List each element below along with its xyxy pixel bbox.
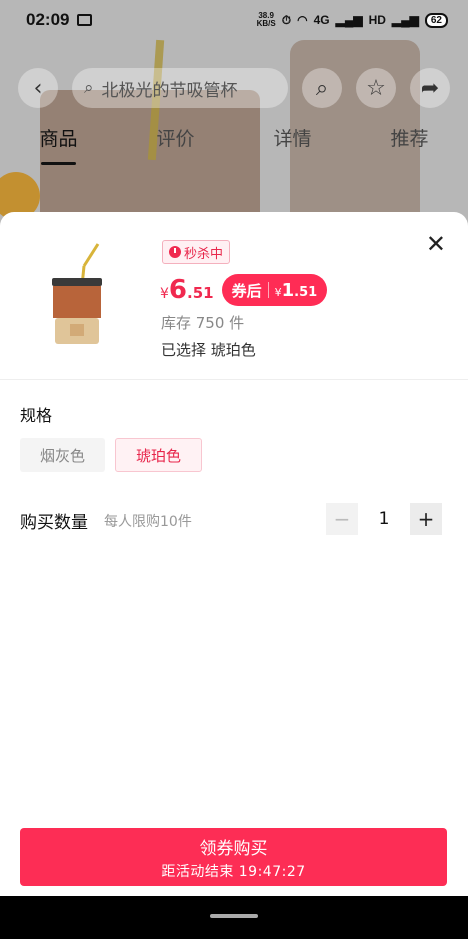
favorite-button[interactable]: ☆	[356, 68, 396, 108]
status-bar: 02:09 38.9 KB/S ⏱ ◠ 4G ▂▄▆ HD ▂▄▆ 62	[0, 0, 468, 40]
coupon-divider	[267, 282, 269, 298]
back-button[interactable]: ‹	[18, 68, 58, 108]
option-smoke-gray[interactable]: 烟灰色	[20, 438, 106, 472]
network-type: 4G	[313, 13, 330, 27]
price-integer: 6	[168, 275, 188, 305]
timer-icon	[169, 246, 181, 258]
search-icon: ⌕	[315, 75, 329, 101]
product-tabs: 商品 评价 详情 推荐	[0, 124, 468, 165]
spec-options: 烟灰色 琥珀色	[20, 438, 203, 472]
product-thumbnail	[52, 243, 102, 344]
alarm-icon: ⏱	[281, 12, 292, 27]
quantity-limit: 每人限购10件	[104, 514, 192, 530]
quantity-label: 购买数量	[20, 513, 88, 533]
price-decimal: .51	[187, 284, 214, 302]
seckill-badge: 秒杀中	[162, 240, 231, 264]
decrease-button[interactable]: −	[326, 503, 358, 535]
coupon-decimal: .51	[294, 284, 318, 300]
coupon-price: ¥1.51	[275, 280, 318, 301]
status-time: 02:09	[26, 10, 70, 29]
search-button[interactable]: ⌕	[302, 68, 342, 108]
signal-icon: ▂▄▆	[391, 13, 419, 27]
price-currency: ¥	[160, 286, 169, 302]
system-navigation-bar	[0, 896, 468, 939]
countdown-text: 距活动结束 19:47:27	[161, 863, 306, 880]
wifi-icon: ◠	[297, 13, 308, 27]
share-button[interactable]: ➦	[410, 68, 450, 108]
product-hero-background: 02:09 38.9 KB/S ⏱ ◠ 4G ▂▄▆ HD ▂▄▆ 62 ‹ ⌕…	[0, 0, 468, 240]
signal-icon: ▂▄▆	[335, 13, 363, 27]
close-icon[interactable]: ✕	[426, 232, 446, 256]
battery-icon: 62	[424, 12, 448, 28]
search-placeholder: 北极光的节吸管杯	[101, 80, 238, 101]
quantity-stepper: − 1 +	[326, 503, 442, 535]
top-navigation: ‹ ⌕ 北极光的节吸管杯 ⌕ ☆ ➦	[18, 66, 450, 110]
tab-reviews[interactable]: 评价	[156, 124, 194, 165]
search-icon: ⌕	[84, 78, 94, 98]
price-row: ¥ 6 .51 券后 ¥1.51	[160, 274, 328, 306]
sku-selection-sheet: ✕ 秒杀中 ¥ 6 .51 券后 ¥1.51 库存 750 件 已选择 琥珀色 …	[0, 212, 468, 896]
home-indicator[interactable]	[210, 914, 258, 918]
increase-button[interactable]: +	[410, 503, 442, 535]
divider	[0, 379, 468, 380]
tab-recommend[interactable]: 推荐	[390, 124, 428, 165]
spec-title: 规格	[20, 406, 53, 425]
seckill-badge-label: 秒杀中	[184, 246, 224, 262]
network-speed-unit: KB/S	[256, 19, 276, 28]
coupon-price-badge: 券后 ¥1.51	[221, 274, 328, 306]
stock-count: 库存 750 件	[161, 314, 245, 332]
tab-details[interactable]: 详情	[273, 124, 311, 165]
selected-variant: 已选择 琥珀色	[161, 341, 256, 359]
share-icon: ➦	[420, 75, 440, 101]
coupon-integer: 1	[281, 279, 295, 301]
chevron-left-icon: ‹	[33, 75, 43, 101]
tab-product[interactable]: 商品	[39, 124, 78, 165]
option-amber[interactable]: 琥珀色	[115, 438, 203, 472]
notification-image-icon	[77, 14, 93, 26]
search-bar[interactable]: ⌕ 北极光的节吸管杯	[72, 68, 288, 108]
hd-label: HD	[368, 13, 386, 27]
coupon-label: 券后	[231, 281, 262, 300]
claim-coupon-buy-button[interactable]: 领券购买 距活动结束 19:47:27	[20, 828, 447, 886]
quantity-value[interactable]: 1	[358, 509, 410, 529]
coupon-currency: ¥	[274, 285, 282, 299]
network-speed: 38.9 KB/S	[257, 12, 276, 28]
current-price: ¥ 6 .51	[160, 275, 214, 305]
buy-button-label: 领券购买	[199, 838, 268, 859]
star-icon: ☆	[366, 75, 386, 101]
